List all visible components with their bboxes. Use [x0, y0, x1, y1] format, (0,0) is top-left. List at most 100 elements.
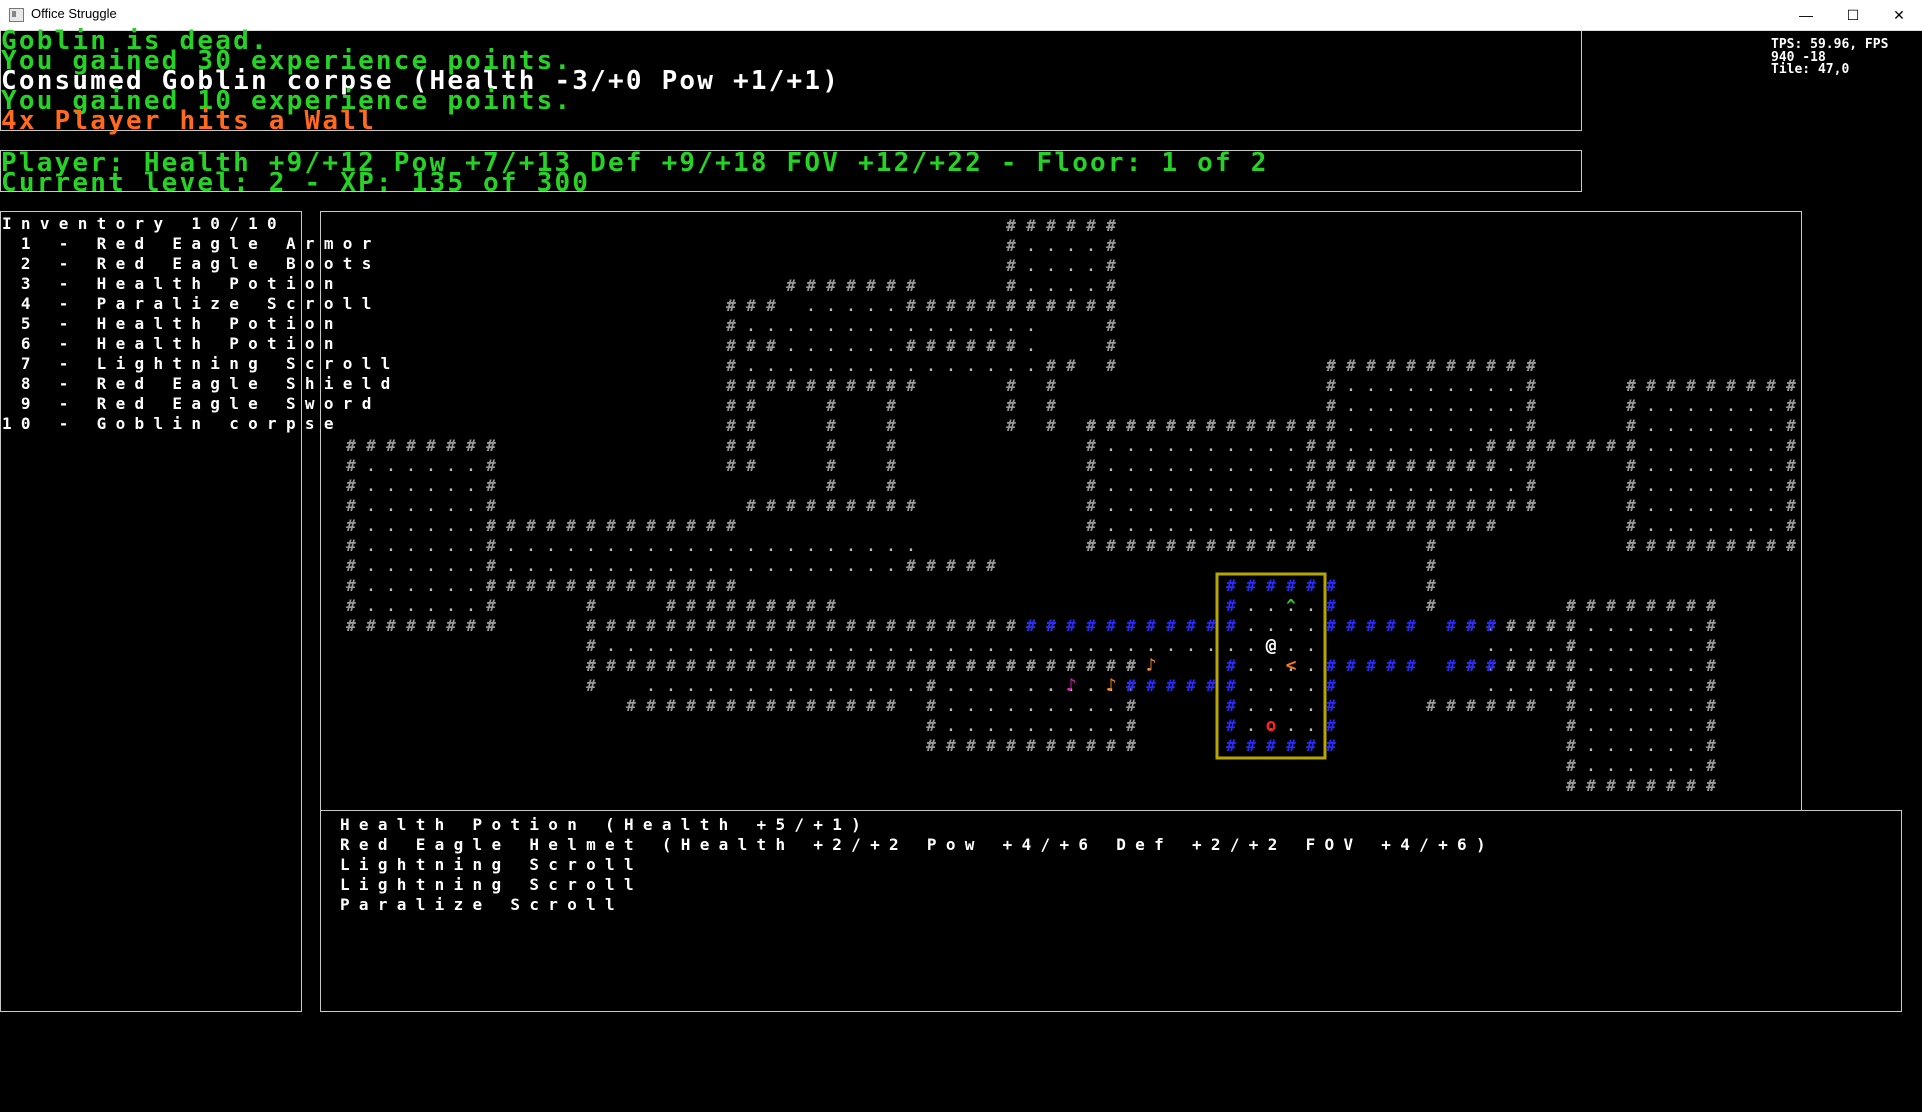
map-wall-tile: # [766, 596, 776, 615]
map-wall-tile: # [806, 496, 816, 515]
map-wall-tile: # [746, 436, 756, 455]
map-wall-tile: # [1626, 776, 1636, 795]
map-wall-tile: # [926, 296, 936, 315]
map-blue-wall-tile: # [1286, 736, 1296, 755]
map-blue-wall-tile: # [1326, 736, 1336, 755]
map-floor-tile: . [1207, 499, 1215, 515]
map-wall-tile: # [706, 596, 716, 615]
map-wall-tile: # [566, 576, 576, 595]
map-floor-tile: . [907, 679, 915, 695]
map-floor-tile: . [1467, 379, 1475, 395]
map-wall-tile: # [1066, 296, 1076, 315]
map-wall-tile: # [1146, 416, 1156, 435]
map-wall-tile: # [726, 576, 736, 595]
map-floor-tile: . [1707, 499, 1715, 515]
map-wall-tile: # [1186, 536, 1196, 555]
map-floor-tile: . [987, 639, 995, 655]
map-wall-tile: # [946, 556, 956, 575]
map-floor-tile: . [1527, 639, 1535, 655]
map-wall-tile: # [1466, 356, 1476, 375]
maximize-button[interactable]: ☐ [1830, 0, 1876, 30]
map-floor-tile: . [1667, 739, 1675, 755]
map-floor-tile: . [1687, 639, 1695, 655]
map-floor-tile: . [1667, 699, 1675, 715]
inventory-item[interactable]: 5 - Health Potion [2, 314, 343, 334]
map-floor-tile: . [1607, 739, 1615, 755]
map-floor-tile: . [407, 499, 415, 515]
inventory-item[interactable]: 3 - Health Potion [2, 274, 343, 294]
map-floor-tile: . [1187, 479, 1195, 495]
map-wall-tile: # [1526, 496, 1536, 515]
map-wall-tile: # [1326, 496, 1336, 515]
map-wall-tile: # [1706, 716, 1716, 735]
map-floor-tile: . [1527, 619, 1535, 635]
map-floor-tile: . [607, 639, 615, 655]
map-floor-tile: . [1027, 679, 1035, 695]
map-floor-tile: . [1667, 419, 1675, 435]
map-blue-wall-tile: # [1326, 676, 1336, 695]
map-wall-tile: # [826, 396, 836, 415]
minimize-button[interactable]: — [1783, 0, 1829, 30]
map-wall-tile: # [806, 596, 816, 615]
map-floor-tile: . [787, 359, 795, 375]
ground-item[interactable]: Paralize Scroll [340, 895, 624, 915]
inventory-item[interactable]: 4 - Paralize Scroll [2, 294, 381, 314]
map-floor-tile: . [1107, 499, 1115, 515]
map-wall-tile: # [1706, 676, 1716, 695]
map-floor-tile: . [507, 539, 515, 555]
map-floor-tile: . [1587, 739, 1595, 755]
ground-item[interactable]: Red Eagle Helmet (Health +2/+2 Pow +4/+6… [340, 835, 1495, 855]
inventory-item[interactable]: 1 - Red Eagle Armor [2, 234, 381, 254]
map-wall-tile: # [966, 616, 976, 635]
map-floor-tile: . [1727, 459, 1735, 475]
map-wall-tile: # [386, 616, 396, 635]
map-floor-tile: . [1347, 379, 1355, 395]
map-floor-tile: . [1467, 459, 1475, 475]
map-floor-tile: . [1767, 479, 1775, 495]
map-wall-tile: # [826, 596, 836, 615]
map-floor-tile: . [1447, 459, 1455, 475]
map-floor-tile: . [1167, 639, 1175, 655]
map-floor-tile: . [1507, 459, 1515, 475]
ground-item[interactable]: Lightning Scroll [340, 855, 643, 875]
inventory-item[interactable]: 2 - Red Eagle Boots [2, 254, 381, 274]
map-blue-wall-tile: # [1406, 616, 1416, 635]
map-wall-tile: # [746, 656, 756, 675]
map-floor-tile: . [1727, 499, 1735, 515]
map-floor-tile: . [1047, 259, 1055, 275]
map-wall-tile: # [366, 436, 376, 455]
map-wall-tile: # [726, 616, 736, 635]
map-floor-tile: . [1347, 399, 1355, 415]
map-wall-tile: # [1526, 696, 1536, 715]
map-floor-tile: . [1207, 439, 1215, 455]
inventory-item[interactable]: 9 - Red Eagle Sword [2, 394, 381, 414]
map-wall-tile: # [1086, 736, 1096, 755]
music-note-icon: ♪ [1066, 675, 1077, 696]
close-button[interactable]: ✕ [1876, 0, 1922, 30]
map-floor-tile: . [467, 499, 475, 515]
map-blue-wall-tile: # [1446, 616, 1456, 635]
inventory-item[interactable]: 10 - Goblin corpse [2, 414, 343, 434]
inventory-item[interactable]: 7 - Lightning Scroll [2, 354, 400, 374]
map-wall-tile: # [1486, 516, 1496, 535]
map-wall-tile: # [706, 576, 716, 595]
map-wall-tile: # [1326, 416, 1336, 435]
map-floor-tile: . [1447, 479, 1455, 495]
map-wall-tile: # [886, 456, 896, 475]
map-floor-tile: . [1607, 759, 1615, 775]
inventory-item[interactable]: 6 - Health Potion [2, 334, 343, 354]
map-floor-tile: . [367, 539, 375, 555]
map-floor-tile: . [1007, 319, 1015, 335]
map-viewport[interactable]: # # # # # # # # # # # # # # # # # # # # # #............ # # # # # #… [320, 211, 1802, 811]
map-floor-tile: . [947, 719, 955, 735]
map-wall-tile: # [1726, 536, 1736, 555]
map-wall-tile: # [1506, 696, 1516, 715]
ground-item[interactable]: Health Potion (Health +5/+1) [340, 815, 870, 835]
inventory-item[interactable]: 8 - Red Eagle Shield [2, 374, 400, 394]
map-wall-tile: # [566, 516, 576, 535]
ground-item[interactable]: Lightning Scroll [340, 875, 643, 895]
map-floor-tile: . [1107, 719, 1115, 735]
map-wall-tile: # [646, 656, 656, 675]
map-wall-tile: # [766, 656, 776, 675]
map-floor-tile: . [1647, 419, 1655, 435]
